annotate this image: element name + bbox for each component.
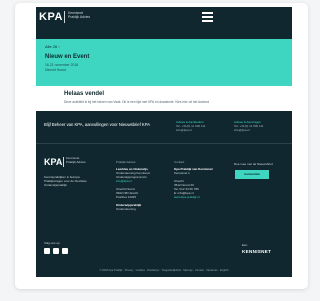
contact-column-1: Advies & Aanbieders Tel. +31(0) 11 000 1…: [176, 120, 205, 132]
twitter-icon[interactable]: [53, 248, 59, 254]
breadcrumb[interactable]: Alle 26 ›: [45, 44, 60, 49]
event-title: Nieuw en Event: [45, 54, 90, 60]
event-hero: Alle 26 › Nieuw en Event 16-21 november …: [36, 39, 292, 86]
logo-subtitle: Kennisnet Praktijk Advies: [68, 11, 90, 19]
site-header: KPA Kennisnet Praktijk Advies: [36, 7, 292, 31]
partner-label: Een: [242, 243, 248, 247]
logo-divider: [64, 11, 65, 23]
hamburger-line: [202, 12, 213, 14]
footer-logo-divider: [63, 157, 64, 167]
notice-title: Helaas vendel: [64, 91, 105, 97]
footer-logo-subtitle-line-2: Praktijk Advies: [66, 159, 86, 164]
contact-column-1-email[interactable]: info@kpa.nl: [176, 128, 192, 132]
event-date: 16-21 november 2018: [45, 63, 79, 67]
footer-logo-subtitle: Kennisnet Praktijk Advies: [66, 156, 86, 164]
hamburger-line: [202, 16, 213, 18]
logo[interactable]: KPA: [39, 11, 63, 23]
footer-tagline-line-3: Onderwijspraktijk: [44, 183, 67, 188]
footer-column-advice: Praktijk Advies Leerklas en Onderwijs On…: [116, 160, 150, 211]
newsletter-signup-button[interactable]: Aanmelden: [235, 170, 269, 179]
notice-panel: Helaas vendel Deze activiteit is bij het…: [36, 86, 292, 111]
footer-column-contact: Contact Kpa Praktijk van Kennisnet Kenni…: [174, 160, 213, 199]
partner-logo[interactable]: KENNISNET: [242, 249, 271, 254]
footer-column-contact-link[interactable]: www.kpa-praktijk.nl: [174, 195, 213, 199]
logo-subtitle-line-2: Praktijk Advies: [68, 15, 91, 19]
event-location: Utrecht Noord: [45, 68, 67, 72]
notice-text: Deze activiteit is bij het kiezen van Va…: [64, 100, 209, 104]
footer-column-contact-heading: Contact: [174, 160, 185, 164]
contact-column-2-email[interactable]: info@kpa.nl: [234, 128, 250, 132]
linkedin-icon[interactable]: [44, 248, 50, 254]
footer-column-advice-line: Ondersteuning: [116, 207, 136, 211]
legal-links[interactable]: © 2018 Kpa Praktijk · Privacy · Cookies …: [36, 269, 292, 272]
footer-logo[interactable]: KPA: [44, 157, 62, 167]
hamburger-icon[interactable]: [202, 12, 213, 22]
newsletter-text[interactable]: Blijf Beheer van KPA, aanvullingen voor …: [44, 122, 150, 127]
footer-tagline: Kennispraktijken in Europa Praktijkvrage…: [44, 175, 87, 188]
footer-column-advice-heading: Praktijk Advies: [116, 160, 136, 164]
site-screenshot: KPA Kennisnet Praktijk Advies Alle 26 › …: [36, 7, 292, 277]
newsletter-cta-label: Doe mee met de Nieuwsbrief: [234, 162, 273, 166]
hamburger-line: [202, 20, 213, 22]
newsletter-row: Blijf Beheer van KPA, aanvullingen voor …: [36, 111, 292, 143]
follow-label: Volg ons op: [44, 241, 60, 245]
footer-divider: [36, 143, 292, 144]
youtube-icon[interactable]: [62, 248, 68, 254]
contact-column-2: Advies & Aanvragen Tel. +31(0) 11 000 11…: [234, 120, 263, 132]
